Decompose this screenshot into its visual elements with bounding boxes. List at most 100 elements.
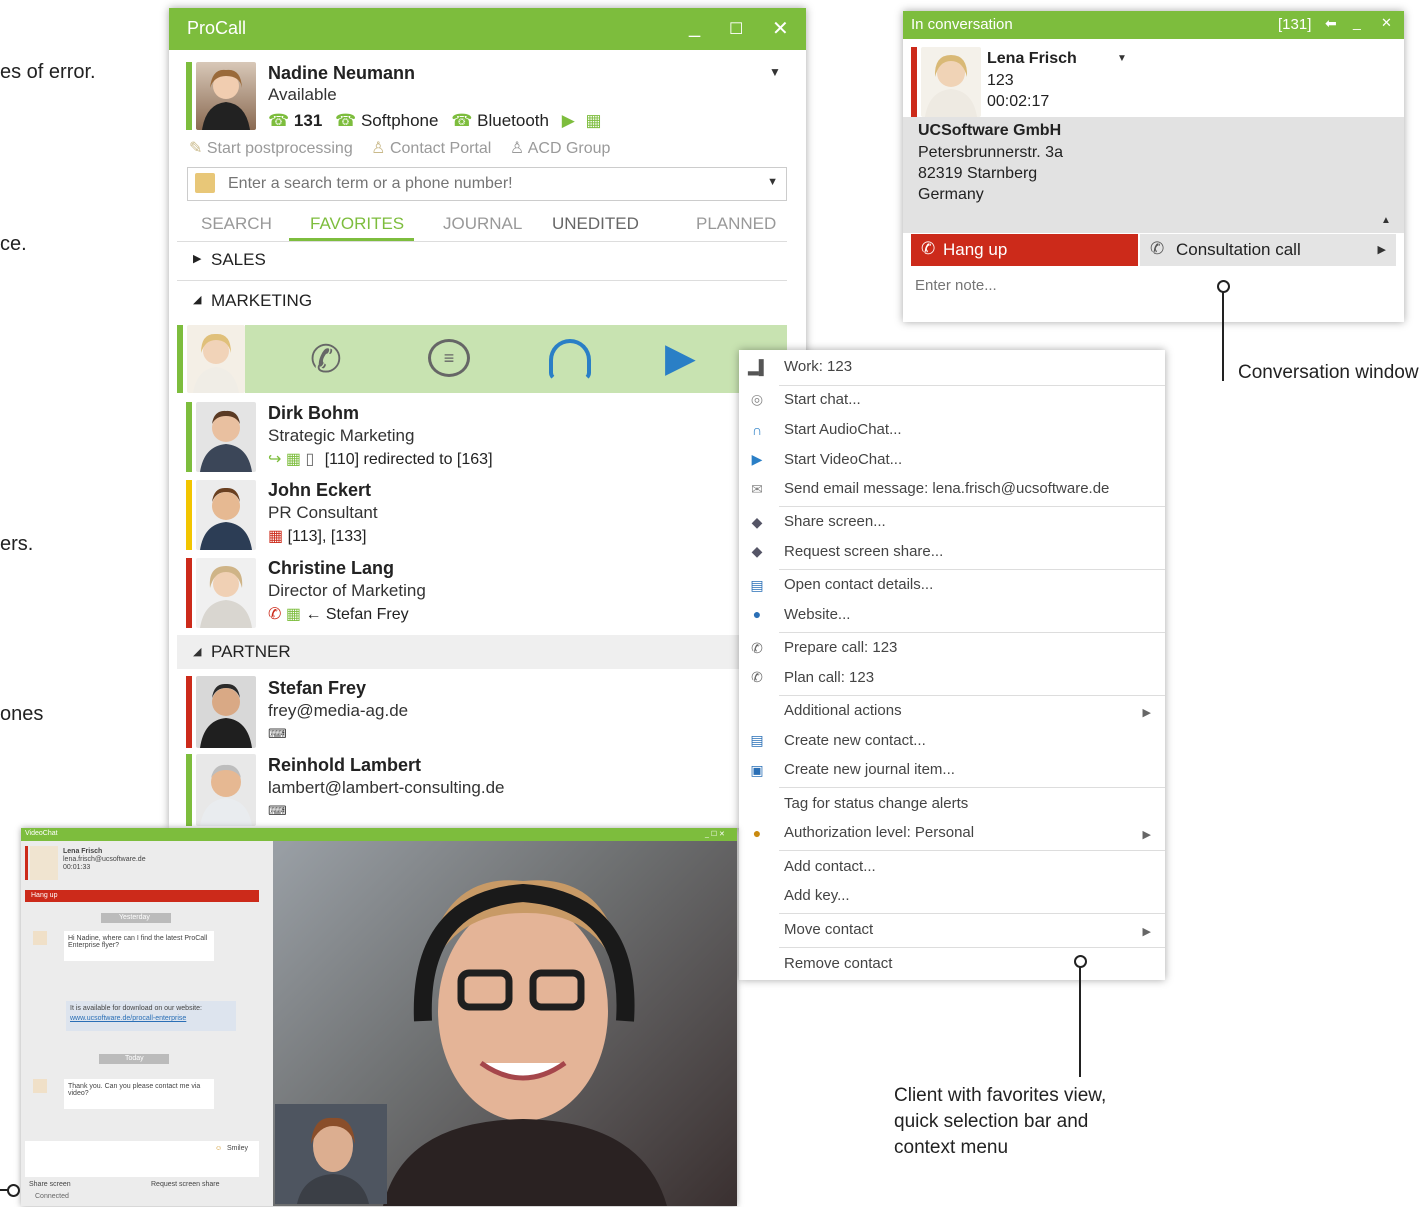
contact-card-icon: ▤: [750, 577, 764, 593]
avatar: [33, 1079, 47, 1093]
request-share-button[interactable]: Request screen share: [151, 1181, 219, 1188]
menu-item-start-audiochat[interactable]: Start AudioChat...: [784, 421, 902, 438]
menu-item-authorization-level[interactable]: Authorization level: Personal: [784, 824, 974, 841]
menu-item-remove-contact[interactable]: Remove contact: [784, 955, 892, 972]
chat-message: It is available for download on our webs…: [70, 1005, 202, 1012]
new-contact-icon: ▤: [750, 732, 764, 748]
minimize-icon[interactable]: _: [1353, 14, 1361, 30]
menu-item-add-key[interactable]: Add key...: [784, 887, 850, 904]
note-input[interactable]: [913, 271, 1387, 299]
smiley-label[interactable]: Smiley: [227, 1145, 248, 1152]
menu-separator: [779, 506, 1165, 507]
user-status[interactable]: Available: [268, 85, 337, 105]
softphone-device[interactable]: Softphone: [361, 111, 439, 130]
calendar-icon: ▦: [268, 528, 284, 545]
close-icon[interactable]: ✕: [772, 16, 789, 41]
contact-title: Strategic Marketing: [268, 426, 415, 445]
contact-email[interactable]: lambert@lambert-consulting.de: [268, 778, 504, 798]
user-number[interactable]: 131: [294, 111, 322, 130]
contact-portal-link[interactable]: Contact Portal: [390, 140, 491, 157]
side-text-1: es of error.: [0, 61, 96, 83]
video-chat-icon[interactable]: ▶: [665, 335, 696, 381]
menu-item-start-chat[interactable]: Start chat...: [784, 391, 861, 408]
tab-unedited[interactable]: UNEDITED: [552, 214, 639, 234]
menu-item-create-journal-item[interactable]: Create new journal item...: [784, 761, 955, 778]
callout-line: [1222, 292, 1224, 381]
group-label: MARKETING: [211, 291, 313, 310]
smiley-icon[interactable]: ☺: [215, 1145, 222, 1152]
menu-item-add-contact[interactable]: Add contact...: [784, 858, 876, 875]
chat-bubble-incoming: Thank you. Can you please contact me via…: [64, 1079, 214, 1109]
tab-favorites[interactable]: FAVORITES: [310, 214, 404, 234]
chat-message-input[interactable]: ☺ Smiley: [25, 1141, 259, 1177]
menu-item-request-screen-share[interactable]: Request screen share...: [784, 543, 943, 560]
tab-search[interactable]: SEARCH: [201, 214, 272, 234]
contact-name[interactable]: John Eckert: [268, 480, 371, 501]
chat-icon[interactable]: ≡: [428, 339, 470, 377]
menu-item-work[interactable]: Work: 123: [784, 358, 852, 375]
minimize-icon[interactable]: _: [689, 16, 700, 39]
callout-marker: [7, 1184, 20, 1197]
group-sales[interactable]: ▶ SALES: [177, 244, 782, 278]
redirect-icon: ↪: [268, 451, 282, 468]
menu-item-send-email[interactable]: Send email message: lena.frisch@ucsoftwa…: [784, 480, 1109, 497]
chat-duration: 00:01:33: [63, 864, 91, 871]
conversation-titlebar: In conversation [131] ⬅ _ ✕: [903, 11, 1404, 39]
chevron-up-icon[interactable]: ▲: [1381, 215, 1391, 226]
avatar: [30, 846, 58, 880]
conversation-number: 123: [987, 72, 1014, 89]
pin-icon[interactable]: ⬅: [1325, 15, 1337, 32]
bluetooth-device[interactable]: Bluetooth: [477, 111, 549, 130]
group-partner[interactable]: ◢ PARTNER: [177, 635, 787, 669]
menu-item-plan-call[interactable]: Plan call: 123: [784, 669, 874, 686]
contact-name[interactable]: Dirk Bohm: [268, 403, 359, 424]
maximize-icon[interactable]: ☐: [729, 19, 743, 39]
close-icon[interactable]: ✕: [1381, 15, 1392, 31]
contact-name[interactable]: Reinhold Lambert: [268, 755, 421, 776]
menu-item-move-contact[interactable]: Move contact: [784, 921, 873, 938]
chevron-down-icon[interactable]: ▼: [1117, 53, 1127, 64]
consultation-label: Consultation call: [1176, 240, 1301, 259]
hang-up-button[interactable]: ✆ Hang up: [911, 234, 1138, 266]
caption-client: Client with favorites view, quick select…: [894, 1083, 1106, 1161]
keyboard-icon: ⌨: [268, 803, 287, 818]
hang-up-button[interactable]: Hang up: [25, 890, 259, 902]
menu-item-prepare-call[interactable]: Prepare call: 123: [784, 639, 897, 656]
window-controls-icon[interactable]: _ ☐ ✕: [705, 830, 725, 838]
search-box[interactable]: ▼: [187, 167, 787, 201]
menu-separator: [779, 569, 1165, 570]
phone-icon[interactable]: ✆: [310, 337, 342, 382]
self-view-video: [275, 1104, 387, 1204]
share-screen-button[interactable]: Share screen: [29, 1181, 71, 1188]
menu-item-open-contact-details[interactable]: Open contact details...: [784, 576, 933, 593]
contact-email[interactable]: frey@media-ag.de: [268, 701, 408, 721]
acd-group-link[interactable]: ACD Group: [528, 140, 611, 157]
chat-link[interactable]: www.ucsoftware.de/procall-enterprise: [70, 1015, 186, 1022]
menu-item-website[interactable]: Website...: [784, 606, 850, 623]
menu-item-additional-actions[interactable]: Additional actions: [784, 702, 902, 719]
menu-item-start-videochat[interactable]: Start VideoChat...: [784, 451, 902, 468]
chevron-right-icon[interactable]: ▶: [1378, 243, 1386, 256]
menu-item-share-screen[interactable]: Share screen...: [784, 513, 886, 530]
tab-journal[interactable]: JOURNAL: [443, 214, 522, 234]
remote-video: [273, 841, 737, 1206]
chat-panel: Lena Frisch lena.frisch@ucsoftware.de 00…: [21, 841, 273, 1206]
keyboard-icon: ⌨: [268, 726, 287, 741]
connection-status: Connected: [35, 1193, 69, 1200]
avatar: [187, 325, 245, 393]
start-postprocessing-link[interactable]: Start postprocessing: [207, 140, 353, 157]
group-marketing[interactable]: ◢ MARKETING: [177, 285, 782, 319]
tab-planned[interactable]: PLANNED: [696, 214, 776, 234]
contact-name[interactable]: Stefan Frey: [268, 678, 366, 699]
headset-icon[interactable]: [549, 339, 591, 381]
chevron-down-icon[interactable]: ▼: [769, 65, 781, 79]
chevron-down-icon[interactable]: ▼: [767, 176, 778, 188]
consultation-call-button[interactable]: ✆ Consultation call ▶: [1140, 234, 1396, 266]
conversation-title: In conversation: [911, 16, 1013, 33]
search-input[interactable]: [226, 171, 760, 197]
address-book-icon: [195, 173, 215, 193]
contact-name[interactable]: Christine Lang: [268, 558, 394, 579]
headset-icon: ∩: [751, 422, 763, 438]
menu-item-tag-status-alerts[interactable]: Tag for status change alerts: [784, 795, 968, 812]
menu-item-create-new-contact[interactable]: Create new contact...: [784, 732, 926, 749]
